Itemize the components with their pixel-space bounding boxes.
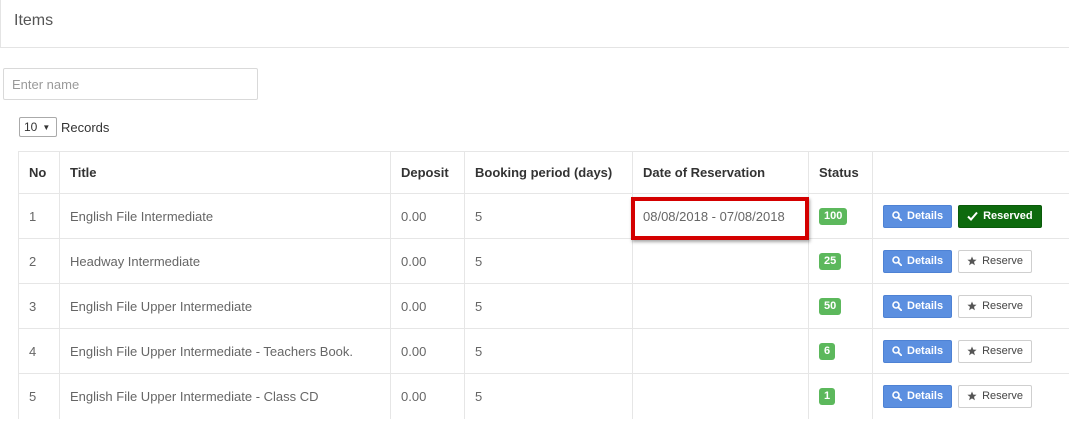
column-header-booking-period[interactable]: Booking period (days) (464, 151, 633, 194)
cell-status: 1 (808, 373, 873, 419)
records-select-value: 10 (24, 120, 38, 134)
details-button-label: Details (907, 345, 944, 357)
reservation-date-text: 08/08/2018 - 07/08/2018 (643, 208, 785, 224)
cell-date-of-reservation (632, 373, 809, 419)
column-header-title[interactable]: Title (59, 151, 391, 194)
cell-date-of-reservation (632, 238, 809, 284)
reserve-button[interactable]: Reserve (958, 249, 1033, 273)
column-header-no[interactable]: No (18, 151, 60, 194)
items-table: No Title Deposit Booking period (days) D… (18, 151, 1069, 419)
cell-title: English File Upper Intermediate - Class … (59, 373, 391, 419)
status-badge: 1 (819, 388, 836, 406)
cell-actions: Details Reserve (872, 283, 1069, 329)
reserved-button-label: Reserved (983, 210, 1033, 222)
details-button[interactable]: Details (883, 204, 953, 228)
cell-date-of-reservation: 08/08/2018 - 07/08/2018 (631, 193, 809, 240)
cell-no: 3 (18, 283, 60, 329)
chevron-down-icon: ▼ (42, 122, 51, 132)
cell-booking-period: 5 (464, 193, 633, 239)
details-button-label: Details (907, 210, 944, 222)
cell-status: 100 (808, 193, 873, 239)
column-header-deposit[interactable]: Deposit (390, 151, 465, 194)
status-badge: 25 (819, 253, 842, 270)
star-icon (967, 256, 977, 266)
column-header-status[interactable]: Status (808, 151, 873, 194)
records-label: Records (61, 119, 110, 135)
items-page: Items 10 ▼ Records No Title Deposit Book… (0, 0, 1069, 423)
cell-date-of-reservation (632, 328, 809, 374)
table-row: 4 English File Upper Intermediate - Teac… (18, 328, 1069, 374)
cell-no: 2 (18, 238, 60, 284)
cell-actions: Details Reserved (872, 193, 1069, 239)
cell-deposit: 0.00 (390, 328, 465, 374)
cell-deposit: 0.00 (390, 238, 465, 284)
table-row: 2 Headway Intermediate 0.00 5 25 Details (18, 238, 1069, 284)
star-icon (967, 301, 977, 311)
reserved-button[interactable]: Reserved (958, 204, 1042, 228)
cell-title: Headway Intermediate (59, 238, 391, 284)
records-control: 10 ▼ Records (19, 117, 109, 137)
details-button[interactable]: Details (883, 339, 953, 363)
cell-no: 5 (18, 373, 60, 419)
details-button[interactable]: Details (883, 249, 953, 273)
cell-booking-period: 5 (464, 283, 633, 329)
search-icon (892, 391, 902, 402)
table-row: 1 English File Intermediate 0.00 5 08/08… (18, 193, 1069, 240)
cell-date-of-reservation (632, 283, 809, 329)
cell-deposit: 0.00 (390, 373, 465, 419)
details-button-label: Details (907, 255, 944, 267)
search-icon (892, 346, 902, 356)
cell-booking-period: 5 (464, 238, 633, 284)
cell-status: 25 (808, 238, 873, 284)
cell-status: 50 (808, 283, 873, 329)
cell-actions: Details Reserve (872, 328, 1069, 374)
cell-no: 4 (18, 328, 60, 374)
status-badge: 6 (819, 343, 836, 360)
cell-title: English File Upper Intermediate (59, 283, 391, 329)
column-header-actions (872, 151, 1069, 194)
table-header-row: No Title Deposit Booking period (days) D… (18, 151, 1069, 194)
table-row: 5 English File Upper Intermediate - Clas… (18, 373, 1069, 419)
page-header: Items (0, 0, 1069, 48)
cell-actions: Details Reserve (872, 373, 1069, 419)
reserve-button[interactable]: Reserve (958, 384, 1033, 408)
star-icon (967, 391, 977, 401)
column-header-date-of-reservation[interactable]: Date of Reservation (632, 151, 809, 194)
search-icon (892, 211, 902, 221)
details-button-label: Details (907, 300, 944, 312)
records-per-page-select[interactable]: 10 ▼ (19, 117, 57, 137)
search-input[interactable] (3, 68, 258, 100)
table-row: 3 English File Upper Intermediate 0.00 5… (18, 283, 1069, 329)
reserve-button-label: Reserve (982, 255, 1024, 267)
reserve-button[interactable]: Reserve (958, 294, 1033, 318)
reserve-button-label: Reserve (982, 300, 1024, 312)
details-button[interactable]: Details (883, 384, 953, 408)
cell-no: 1 (18, 193, 60, 239)
reserve-button-label: Reserve (982, 345, 1024, 357)
cell-title: English File Upper Intermediate - Teache… (59, 328, 391, 374)
search-icon (892, 256, 902, 266)
cell-booking-period: 5 (464, 328, 633, 374)
status-badge: 100 (819, 208, 848, 225)
details-button[interactable]: Details (883, 294, 953, 318)
cell-actions: Details Reserve (872, 238, 1069, 284)
cell-deposit: 0.00 (390, 283, 465, 329)
check-icon (967, 211, 978, 221)
details-button-label: Details (907, 390, 944, 403)
cell-deposit: 0.00 (390, 193, 465, 239)
status-badge: 50 (819, 298, 842, 315)
reserve-button[interactable]: Reserve (958, 339, 1033, 363)
cell-status: 6 (808, 328, 873, 374)
cell-booking-period: 5 (464, 373, 633, 419)
search-icon (892, 301, 902, 311)
cell-title: English File Intermediate (59, 193, 391, 239)
reserve-button-label: Reserve (982, 390, 1024, 403)
page-title: Items (14, 12, 54, 29)
star-icon (967, 346, 977, 356)
